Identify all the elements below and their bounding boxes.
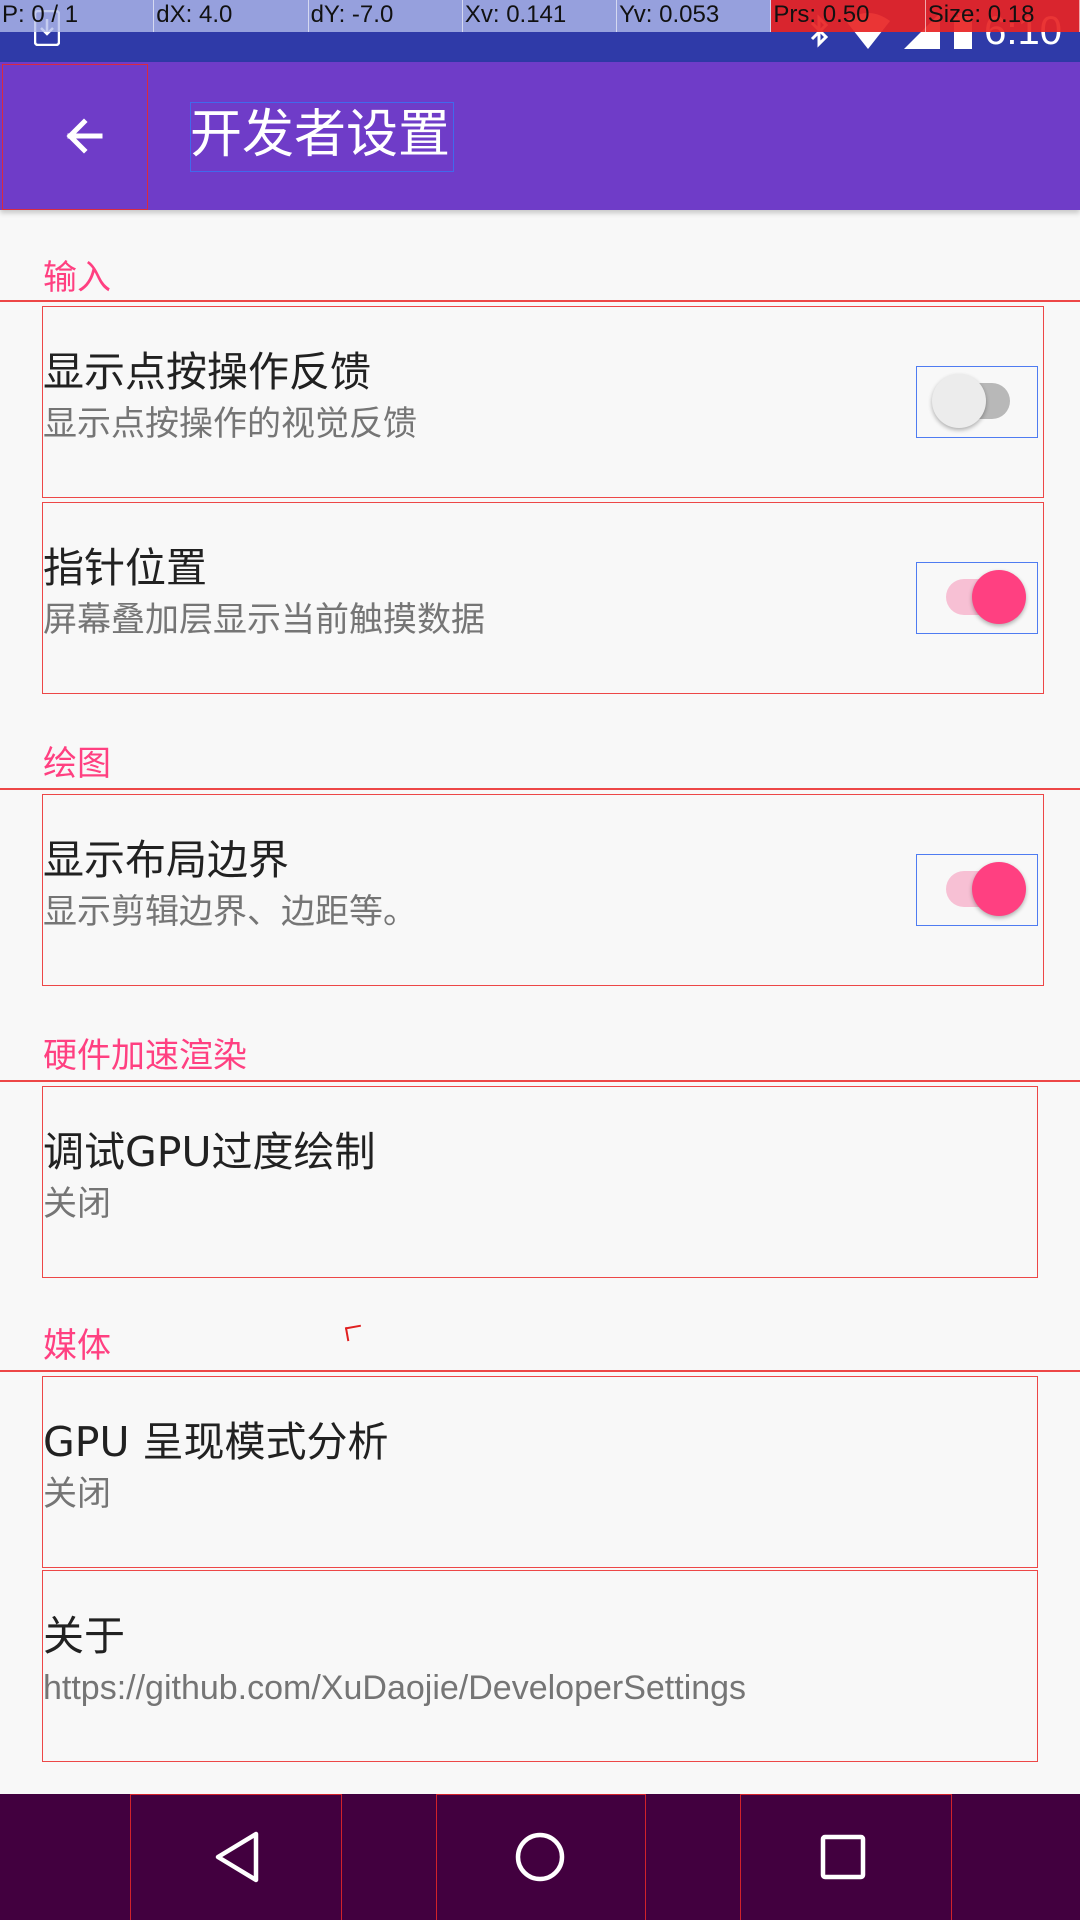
nav-recents-button[interactable] [738,1794,948,1920]
switch-thumb [972,862,1026,916]
switch-thumb [932,374,986,428]
pref-gpu-profile[interactable]: GPU 呈现模式分析 关闭 [0,1376,1080,1566]
screen: 6:10 P: 0 / 1 dX: 4.0 dY: -7.0 Xv: 0.141… [0,0,1080,1920]
pointer-location-switch[interactable] [916,562,1036,632]
pref-show-touches[interactable]: 显示点按操作反馈 显示点按操作的视觉反馈 [0,306,1080,496]
pointer-pressure: Prs: 0.50 [771,0,926,32]
pref-pointer-location[interactable]: 指针位置 屏幕叠加层显示当前触摸数据 [0,502,1080,692]
category-hw-render: 硬件加速渲染 [43,1036,247,1076]
nav-home-button[interactable] [435,1794,645,1920]
category-divider [0,788,1080,790]
pref-text: GPU 呈现模式分析 关闭 [43,1414,863,1518]
nav-recents-icon [820,1834,866,1880]
pref-title: 调试GPU过度绘制 [43,1128,376,1176]
page-title: 开发者设置 [190,105,451,165]
pref-layout-bounds[interactable]: 显示布局边界 显示剪辑边界、边距等。 [0,794,1080,984]
app-bar: 开发者设置 [0,62,1080,210]
category-media: 媒体 [43,1326,111,1366]
pref-text: 调试GPU过度绘制 关闭 [43,1124,863,1228]
pref-summary: 关闭 [43,1184,111,1224]
pref-summary: 屏幕叠加层显示当前触摸数据 [43,600,485,640]
nav-home-icon [515,1832,565,1882]
pref-title: 指针位置 [43,544,207,592]
pref-title: 关于 [43,1612,125,1660]
show-touches-switch[interactable] [916,366,1036,436]
pref-text: 显示点按操作反馈 显示点按操作的视觉反馈 [43,344,863,448]
pref-gpu-overdraw[interactable]: 调试GPU过度绘制 关闭 [0,1086,1080,1276]
pref-text: 关于 https://github.com/XuDaojie/Developer… [43,1608,863,1712]
arrow-back-icon [66,118,103,154]
pref-text: 指针位置 屏幕叠加层显示当前触摸数据 [43,540,863,644]
pointer-dy: dY: -7.0 [308,0,463,32]
pref-summary: https://github.com/XuDaojie/DeveloperSet… [43,1669,747,1707]
pref-text: 显示布局边界 显示剪辑边界、边距等。 [43,832,863,936]
pointer-xv: Xv: 0.141 [462,0,618,32]
pref-summary: 显示点按操作的视觉反馈 [43,404,417,444]
category-divider [0,300,1080,302]
navigation-bar [0,1794,1080,1920]
category-input: 输入 [43,258,111,298]
category-divider [0,1080,1080,1082]
pointer-dx: dX: 4.0 [154,0,309,32]
pointer-location-overlay: P: 0 / 1 dX: 4.0 dY: -7.0 Xv: 0.141 Yv: … [0,0,1080,32]
nav-back-button[interactable] [132,1794,342,1920]
switch-thumb [972,570,1026,624]
pref-summary: 关闭 [43,1474,111,1514]
category-drawing: 绘图 [43,744,111,784]
pref-about[interactable]: 关于 https://github.com/XuDaojie/Developer… [0,1570,1080,1760]
pointer-count: P: 0 / 1 [0,0,155,32]
layout-bounds-switch[interactable] [916,854,1036,924]
pref-title: 显示点按操作反馈 [43,348,371,396]
pref-summary: 显示剪辑边界、边距等。 [43,892,417,932]
nav-back-icon [215,1831,259,1883]
pointer-yv: Yv: 0.053 [617,0,772,32]
pref-title: GPU 呈现模式分析 [43,1418,389,1466]
back-button[interactable] [20,72,148,200]
pointer-size: Size: 0.18 [925,0,1080,32]
touch-trace [344,1324,364,1342]
pref-title: 显示布局边界 [43,836,289,884]
category-divider [0,1370,1080,1372]
